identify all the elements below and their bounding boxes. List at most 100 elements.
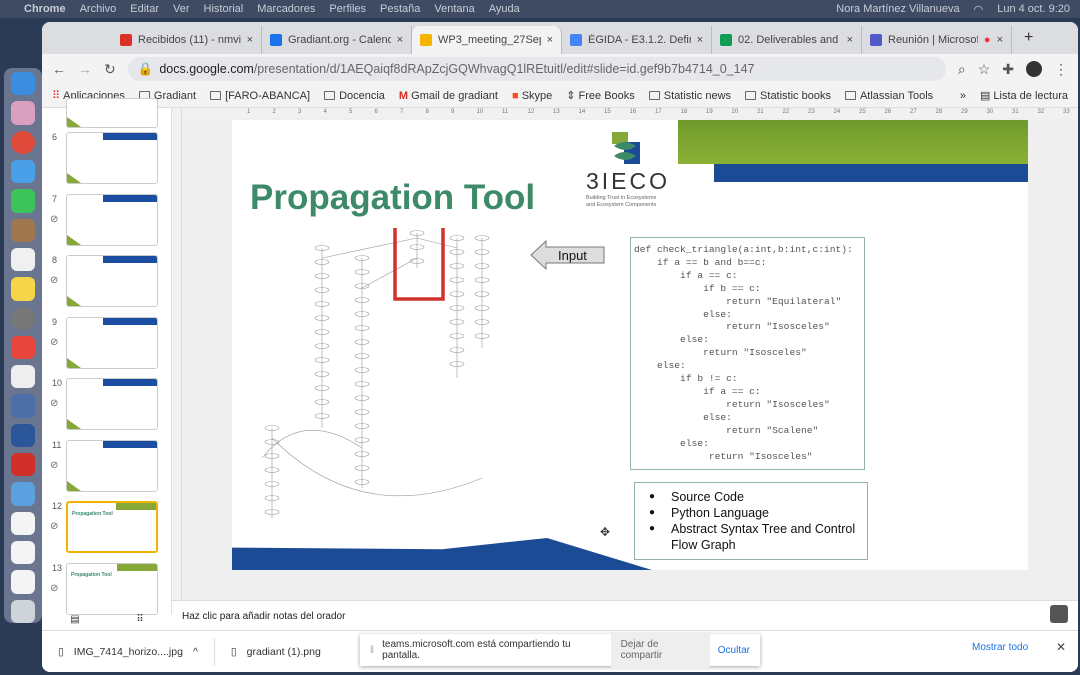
bookmark-star-icon[interactable]: ☆ xyxy=(978,61,991,78)
close-tab-icon[interactable]: × xyxy=(247,34,253,46)
slide-number: 8 xyxy=(52,255,58,265)
downloads-folder-icon[interactable] xyxy=(11,482,35,506)
code-line: return "Equilateral" xyxy=(634,295,842,307)
close-tab-icon[interactable]: × xyxy=(997,34,1003,46)
slide-thumbnail[interactable] xyxy=(66,98,158,128)
finder-icon[interactable] xyxy=(11,72,35,96)
horizontal-ruler: 1 2 3 4 5 6 7 8 9 10 11 12 13 14 15 16 17 18 19 20 21 22 23 24 2… xyxy=(182,108,1078,118)
explore-button[interactable] xyxy=(1050,605,1068,623)
reload-icon[interactable]: ↻ xyxy=(104,61,116,78)
document-icon[interactable] xyxy=(11,541,35,565)
menu-ventana[interactable]: Ventana xyxy=(434,3,474,15)
slide-thumbnail[interactable] xyxy=(66,255,158,307)
more-bookmarks-icon[interactable]: » xyxy=(960,90,966,102)
close-tab-icon[interactable]: × xyxy=(397,34,403,46)
facetime-icon[interactable] xyxy=(11,189,35,213)
download-item[interactable]: ▯ gradiant (1).png xyxy=(215,638,337,666)
bookmark-gmail[interactable]: M Gmail de gradiant xyxy=(399,90,498,102)
download-item[interactable]: ▯ IMG_7414_horizo....jpg ^ xyxy=(42,637,215,666)
document-icon[interactable] xyxy=(11,511,35,535)
url-field[interactable]: 🔒 docs.google.com/presentation/d/1AEQaiqf… xyxy=(127,57,946,81)
launchpad-icon[interactable] xyxy=(11,101,35,125)
bookmark-faro-abanca[interactable]: [FARO-ABANCA] xyxy=(210,90,310,102)
speaker-notes[interactable]: Haz clic para añadir notas del orador xyxy=(172,600,1078,630)
trash-icon[interactable] xyxy=(11,599,35,623)
tab-calendar[interactable]: Gradiant.org - Calendario × xyxy=(262,26,412,54)
linked-slide-icon: ⊘ xyxy=(50,398,59,409)
chrome-icon[interactable] xyxy=(11,130,35,154)
url-domain: docs.google.com xyxy=(159,62,254,76)
reminders-icon[interactable] xyxy=(11,247,35,272)
user-name[interactable]: Nora Martínez Villanueva xyxy=(836,3,959,16)
contacts-icon[interactable] xyxy=(11,218,35,242)
tab-slides[interactable]: WP3_meeting_27September × xyxy=(412,26,562,54)
code-line: else: xyxy=(634,411,732,423)
slide-thumbnail[interactable] xyxy=(66,132,158,184)
ruler-tick: 2 xyxy=(272,109,276,115)
move-cursor-icon: ✥ xyxy=(600,525,611,539)
extensions-icon[interactable]: ✚ xyxy=(1002,61,1014,78)
stop-sharing-button[interactable]: Dejar de compartir xyxy=(610,632,710,668)
menu-historial[interactable]: Historial xyxy=(204,3,244,15)
slide[interactable]: 3IECO Building Trust in Ecosystems and E… xyxy=(232,120,1028,570)
slide-thumbnail[interactable] xyxy=(66,193,158,246)
slide-filmstrip[interactable]: 6 7 ⊘ 8 ⊘ 9 ⊘ 10 ⊘ 11 ⊘ 12 ⊘ Propagation… xyxy=(42,98,172,615)
preview-icon[interactable] xyxy=(11,394,35,418)
close-downloads-icon[interactable]: ✕ xyxy=(1056,640,1066,654)
chevron-up-icon[interactable]: ^ xyxy=(193,646,198,658)
show-all-downloads-button[interactable]: Mostrar todo xyxy=(972,642,1028,653)
zoom-icon[interactable]: ⌕ xyxy=(958,61,966,78)
close-tab-icon[interactable]: × xyxy=(847,34,853,46)
script-editor-icon[interactable] xyxy=(11,365,35,389)
tab-teams[interactable]: Reunión | Microsoft Teams ● × xyxy=(862,26,1012,54)
mail-icon[interactable] xyxy=(11,159,35,184)
tab-drive[interactable]: 02. Deliverables and Reports × xyxy=(712,26,862,54)
tab-gmail[interactable]: Recibidos (11) - nmvillanueva × xyxy=(112,26,262,54)
bookmark-statistic-books[interactable]: Statistic books xyxy=(745,90,831,102)
bookmark-free-books[interactable]: ⇕ Free Books xyxy=(566,89,635,102)
list-view-icon[interactable]: ▤ xyxy=(70,614,79,630)
slide-thumbnail[interactable]: Propagation Tool xyxy=(66,501,158,553)
word-icon[interactable] xyxy=(11,423,35,448)
profile-avatar[interactable] xyxy=(1026,61,1042,77)
ruler-tick: 26 xyxy=(884,109,892,115)
clock[interactable]: Lun 4 oct. 9:20 xyxy=(997,3,1070,16)
menu-editar[interactable]: Editar xyxy=(130,3,159,15)
menu-ver[interactable]: Ver xyxy=(173,3,190,15)
new-tab-button[interactable]: + xyxy=(1012,29,1045,54)
forward-icon[interactable]: → xyxy=(78,61,92,77)
slide-thumbnail[interactable] xyxy=(66,439,158,492)
ruler-tick: 14 xyxy=(578,109,586,115)
bookmark-statistic-news[interactable]: Statistic news xyxy=(648,90,731,102)
bookmark-docencia[interactable]: Docencia xyxy=(324,90,385,102)
grid-view-icon[interactable]: ⠿ xyxy=(136,614,143,630)
document-icon[interactable] xyxy=(11,570,35,594)
slide-thumbnail[interactable] xyxy=(66,378,158,430)
menu-ayuda[interactable]: Ayuda xyxy=(489,3,520,15)
menu-archivo[interactable]: Archivo xyxy=(80,3,117,15)
slide-thumbnail[interactable]: Propagation Tool xyxy=(66,562,158,615)
tab-docs[interactable]: ÉGIDA - E3.1.2. Definición × xyxy=(562,26,712,54)
book-icon: ⇕ xyxy=(566,90,579,102)
back-icon[interactable]: ← xyxy=(52,61,66,77)
bookmark-atlassian[interactable]: Atlassian Tools xyxy=(844,90,933,102)
slide-thumbnail[interactable] xyxy=(66,316,158,369)
acrobat-icon[interactable] xyxy=(11,453,35,477)
menu-marcadores[interactable]: Marcadores xyxy=(257,3,315,15)
wifi-icon[interactable]: ◠ xyxy=(974,3,984,16)
messages-icon[interactable] xyxy=(11,335,35,360)
menubar-app[interactable]: Chrome xyxy=(24,3,66,15)
calendar-icon xyxy=(270,34,282,46)
bookmark-skype[interactable]: ■ Skype xyxy=(512,90,552,102)
settings-icon[interactable] xyxy=(11,306,35,330)
notes-icon[interactable] xyxy=(11,277,35,301)
drag-handle-icon[interactable]: ‖ xyxy=(370,645,374,656)
menu-perfiles[interactable]: Perfiles xyxy=(329,3,366,15)
menu-pestana[interactable]: Pestaña xyxy=(380,3,420,15)
close-tab-icon[interactable]: × xyxy=(697,34,703,46)
reading-list[interactable]: ▤ Lista de lectura xyxy=(980,89,1068,102)
hide-button[interactable]: Ocultar xyxy=(718,645,750,656)
apps-grid-icon: ⠿ xyxy=(52,90,64,102)
close-tab-icon[interactable]: × xyxy=(547,34,553,46)
chrome-menu-icon[interactable]: ⋮ xyxy=(1054,61,1068,78)
